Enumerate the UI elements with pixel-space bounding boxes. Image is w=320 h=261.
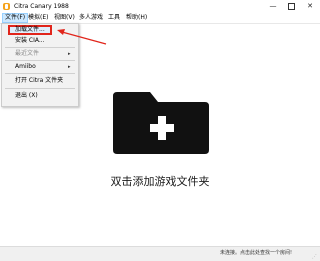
maximize-button[interactable] xyxy=(283,0,299,13)
menu-item-label: 退出 (X) xyxy=(15,92,38,99)
maximize-icon xyxy=(287,3,295,10)
menu-file[interactable]: 文件(F) xyxy=(2,13,29,23)
menu-item-label: 最近文件 xyxy=(15,50,40,57)
minimize-button[interactable]: — xyxy=(265,0,281,13)
submenu-arrow-icon: ▸ xyxy=(68,64,71,70)
network-status-text[interactable]: 未连接。点击此处查找一个房间! xyxy=(220,250,292,257)
menu-separator xyxy=(5,88,75,89)
menu-item-load-file[interactable]: 加载文件... xyxy=(2,25,78,35)
menu-item-exit[interactable]: 退出 (X) xyxy=(2,91,78,101)
menu-item-install-cia[interactable]: 安装 CIA... xyxy=(2,36,78,46)
resize-grip-icon[interactable]: ⋰ xyxy=(312,254,317,260)
menu-item-label: 打开 Citra 文件夹 xyxy=(15,77,64,84)
menu-view[interactable]: 视图(V) xyxy=(52,14,77,22)
window-title: Citra Canary 1988 xyxy=(14,3,69,10)
menu-help[interactable]: 帮助(H) xyxy=(124,14,149,22)
drop-zone-label: 双击添加游戏文件夹 xyxy=(110,175,210,188)
menu-item-label: 安装 CIA... xyxy=(15,37,45,44)
menu-separator xyxy=(5,47,75,48)
citra-app-icon xyxy=(3,3,10,10)
status-bar: 未连接。点击此处查找一个房间! ⋰ xyxy=(0,246,320,261)
menu-emulation[interactable]: 模拟(E) xyxy=(26,14,50,22)
menu-item-recent-files[interactable]: 最近文件 ▸ xyxy=(2,49,78,59)
menu-separator xyxy=(5,73,75,74)
file-menu-dropdown: 加载文件... 安装 CIA... 最近文件 ▸ Amiibo ▸ 打开 Cit… xyxy=(1,23,79,107)
menu-tools[interactable]: 工具 xyxy=(106,14,122,22)
menu-item-open-citra-folder[interactable]: 打开 Citra 文件夹 xyxy=(2,76,78,86)
menu-item-label: 加载文件... xyxy=(15,26,45,33)
menu-item-amiibo[interactable]: Amiibo ▸ xyxy=(2,62,78,72)
menu-multiplayer[interactable]: 多人游戏 xyxy=(77,14,105,22)
menu-item-label: Amiibo xyxy=(15,63,36,70)
menu-separator xyxy=(5,60,75,61)
title-bar: Citra Canary 1988 — ✕ xyxy=(0,0,320,13)
close-button[interactable]: ✕ xyxy=(302,0,318,13)
submenu-arrow-icon: ▸ xyxy=(68,51,71,57)
